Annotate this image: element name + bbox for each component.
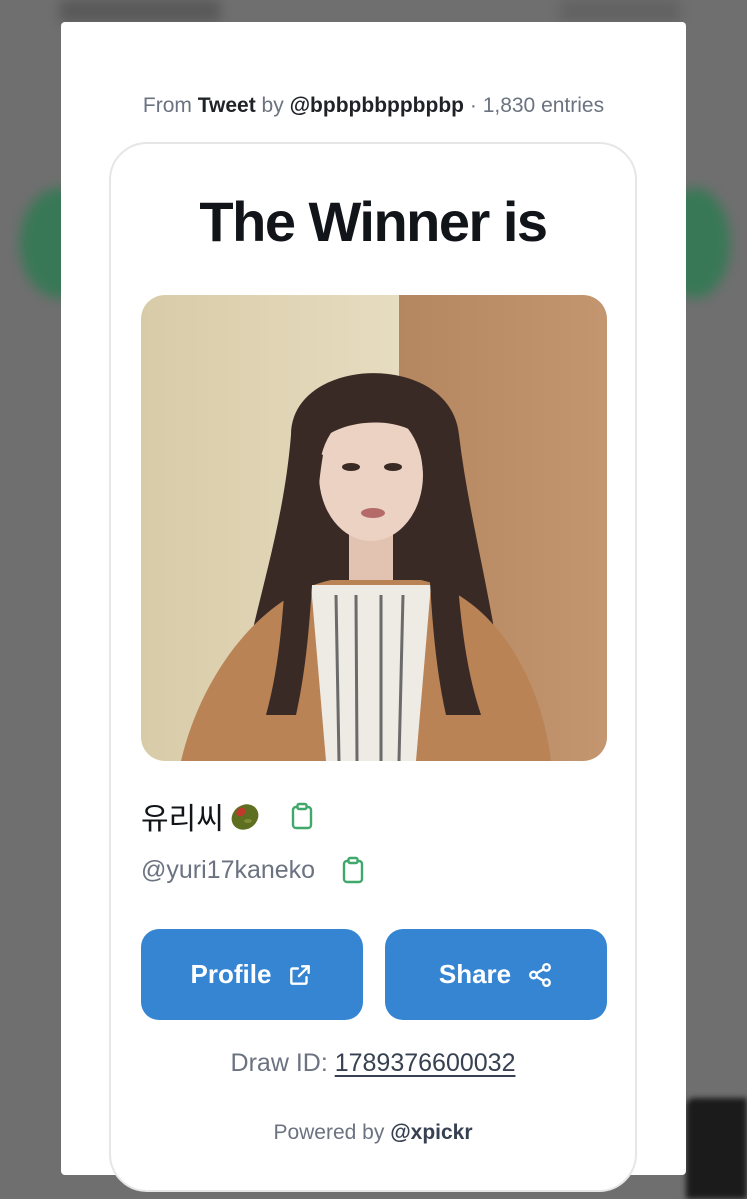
share-button-label: Share (438, 959, 512, 989)
olive-icon (228, 799, 262, 833)
background-blur (686, 1098, 747, 1199)
source-by: by (261, 94, 284, 117)
draw-id-label: Draw ID: (230, 1049, 328, 1077)
copy-name-icon[interactable] (290, 802, 314, 830)
winner-name-row: 유리씨 (141, 796, 314, 837)
source-prefix: From (142, 94, 192, 117)
source-separator: · (469, 94, 477, 117)
winner-display-name: 유리씨 (141, 802, 224, 837)
card-title: The Winner is (199, 190, 548, 253)
winner-photo (141, 295, 607, 761)
source-line: From Tweet by @bpbpbbppbpbp · 1,830 entr… (61, 94, 686, 118)
winner-handle-row: @yuri17kaneko (141, 851, 365, 889)
draw-id-link[interactable]: 1789376600032 (335, 1049, 516, 1077)
profile-button-label: Profile (190, 959, 272, 989)
draw-id-line: Draw ID: 1789376600032 (111, 1049, 635, 1078)
winner-card: The Winner is 유리씨 @yuri17kaneko Profile … (109, 142, 637, 1192)
copy-handle-icon[interactable] (341, 856, 365, 884)
powered-by-line: Powered by @xpickr (111, 1121, 635, 1145)
share-icon (529, 962, 552, 987)
winner-modal: From Tweet by @bpbpbbppbpbp · 1,830 entr… (61, 22, 686, 1192)
external-link-icon (290, 964, 311, 985)
source-author[interactable]: @bpbpbbppbpbp (290, 94, 464, 117)
powered-by-label: Powered by (273, 1121, 385, 1144)
share-button[interactable]: Share (385, 929, 607, 1020)
entries-count: 1,830 entries (482, 94, 605, 117)
source-kind[interactable]: Tweet (198, 94, 256, 117)
background-blur (560, 0, 680, 22)
background-blur (60, 0, 220, 22)
winner-handle: @yuri17kaneko (141, 855, 316, 884)
profile-button[interactable]: Profile (141, 929, 363, 1020)
powered-by-link[interactable]: @xpickr (390, 1121, 472, 1144)
